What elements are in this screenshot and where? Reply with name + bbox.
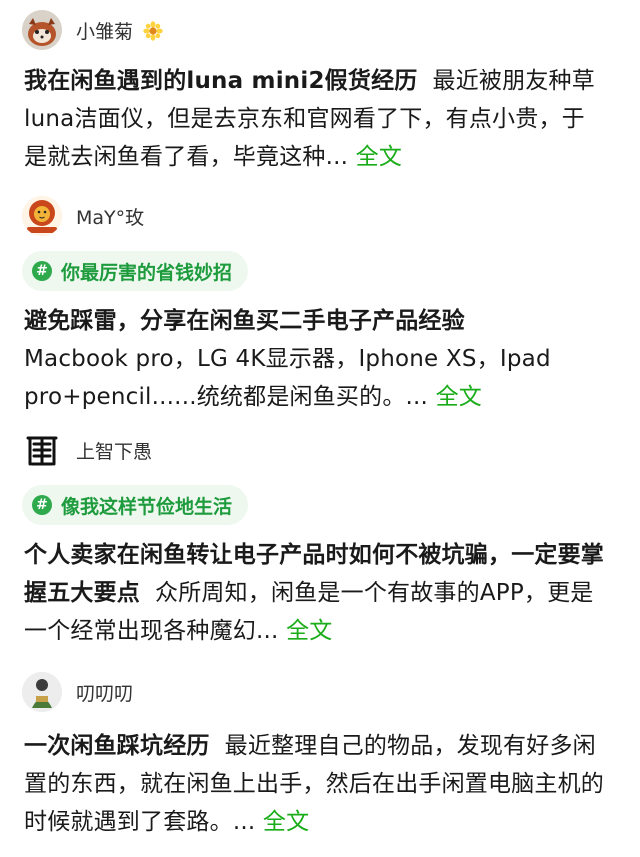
post-content[interactable]: 避免踩雷，分享在闲鱼买二手电子产品经验 Macbook pro，LG 4K显示器…	[24, 302, 604, 416]
calligraphy-avatar-image	[22, 430, 62, 470]
post-title[interactable]: 一次闲鱼踩坑经历	[24, 733, 210, 759]
figure-avatar[interactable]	[22, 672, 62, 712]
post-title[interactable]: 我在闲鱼遇到的luna mini2假货经历	[24, 68, 417, 94]
post-ellipsis: ...	[325, 144, 349, 170]
read-full-link[interactable]: 全文	[436, 384, 482, 410]
topic-tag[interactable]: # 你最厉害的省钱妙招	[22, 251, 249, 291]
daisy-icon	[143, 20, 163, 41]
article-feed: 小雏菊 我在闲鱼遇到的luna mini2假货经历 最近被朋友种草luna洁面仪…	[0, 0, 640, 857]
read-full-link[interactable]: 全文	[356, 144, 402, 170]
author-name[interactable]: 上智下愚	[76, 437, 152, 464]
author-name[interactable]: 小雏菊	[76, 17, 163, 44]
post-content[interactable]: 我在闲鱼遇到的luna mini2假货经历 最近被朋友种草luna洁面仪，但是去…	[24, 62, 604, 176]
post-content[interactable]: 个人卖家在闲鱼转让电子产品时如何不被坑骗，一定要掌握五大要点 众所周知，闲鱼是一…	[24, 536, 604, 650]
hashtag-icon: #	[32, 495, 52, 515]
post-author[interactable]: 小雏菊	[22, 8, 163, 52]
red-panda-avatar-image	[22, 10, 62, 50]
post-ellipsis: ...	[256, 618, 279, 644]
lion-avatar[interactable]	[22, 196, 62, 236]
calligraphy-avatar[interactable]	[22, 430, 62, 470]
lion-avatar-image	[22, 196, 62, 236]
post-content[interactable]: 一次闲鱼踩坑经历 最近整理自己的物品，发现有好多闲置的东西，就在闲鱼上出手，然后…	[24, 727, 604, 841]
author-name[interactable]: MaY°玫	[76, 203, 144, 230]
read-full-link[interactable]: 全文	[263, 809, 309, 835]
post-ellipsis: ...	[405, 384, 429, 410]
read-full-link[interactable]: 全文	[286, 618, 332, 644]
hashtag-icon: #	[32, 261, 52, 281]
topic-tag[interactable]: # 像我这样节俭地生活	[22, 485, 249, 525]
post-title[interactable]: 避免踩雷，分享在闲鱼买二手电子产品经验	[24, 308, 465, 334]
author-name-text: 小雏菊	[76, 20, 134, 43]
figure-avatar-image	[22, 672, 62, 712]
post-author[interactable]: MaY°玫	[22, 194, 144, 238]
post-ellipsis: ...	[232, 809, 256, 835]
post-author[interactable]: 叨叨叨	[22, 670, 133, 714]
author-name[interactable]: 叨叨叨	[76, 679, 133, 706]
post-author[interactable]: 上智下愚	[22, 428, 152, 472]
topic-tag-label: 你最厉害的省钱妙招	[61, 261, 233, 284]
red-panda-avatar[interactable]	[22, 10, 62, 50]
topic-tag-label: 像我这样节俭地生活	[61, 495, 233, 518]
